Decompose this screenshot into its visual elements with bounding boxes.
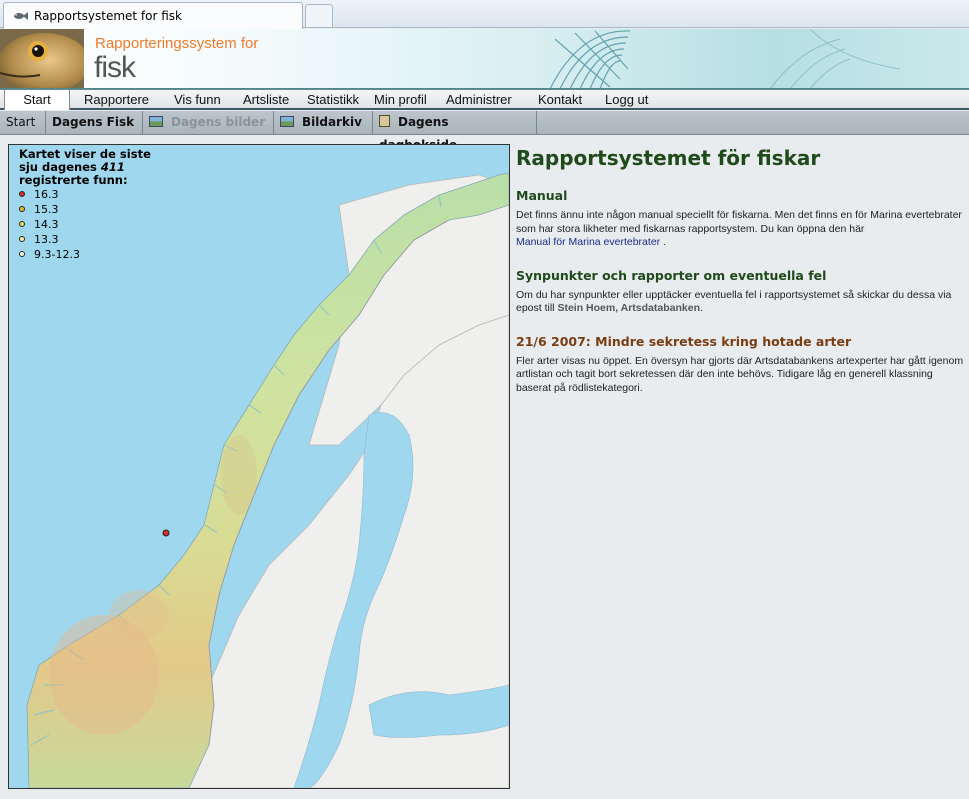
page-title: Rapportsystemet för fiskar [516,146,821,170]
manual-text: Det finns ännu inte någon manual speciel… [516,209,969,250]
legend-dot-icon [19,251,25,257]
nav-vis-funn[interactable]: Vis funn [174,90,221,110]
nav-start[interactable]: Start [4,90,70,110]
nav-rapportere[interactable]: Rapportere [84,90,149,110]
manual-link[interactable]: Manual för Marina evertebrater [516,236,660,248]
legend-item: 14.3 [19,217,169,232]
browser-tab-title: Rapportsystemet for fisk [34,9,183,23]
nav-administrer[interactable]: Administrer [446,90,512,110]
legend-dot-icon [19,221,25,227]
fin-decoration-image [549,29,901,88]
legend-title: Kartet viser de siste sju dagenes 411 re… [19,148,169,187]
browser-tabbar: Rapportsystemet for fisk [0,0,969,29]
diary-book-icon [379,115,390,127]
legend-item: 9.3-12.3 [19,247,169,262]
feedback-heading: Synpunkter och rapporter om eventuella f… [516,267,827,283]
legend-dot-icon [19,191,25,197]
subnav-dagens-bilder-label: Dagens bilder [171,115,266,129]
legend-dot-icon [19,206,25,212]
legend-item: 13.3 [19,232,169,247]
manual-heading: Manual [516,188,568,203]
nav-kontakt[interactable]: Kontakt [538,90,582,110]
legend-item-label: 9.3-12.3 [34,248,80,261]
legend-line-2-prefix: sju dagenes [19,160,101,174]
manual-text-body: Det finns ännu inte någon manual speciel… [516,209,962,235]
subnav-bildarkiv[interactable]: Bildarkiv [274,111,373,134]
subnav-dagens-fisk[interactable]: Dagens Fisk [46,111,143,134]
legend-item-label: 15.3 [34,203,59,216]
feedback-contact-link[interactable]: Stein Hoem, Artsdatabanken [557,302,700,314]
nav-min-profil[interactable]: Min profil [374,90,427,110]
subnav-dagens-bilder[interactable]: Dagens bilder [143,111,274,134]
legend-item: 16.3 [19,187,169,202]
sub-nav: Start Dagens Fisk Dagens bilder Bildarki… [0,111,969,152]
legend-item-label: 14.3 [34,218,59,231]
subnav-dagens-dagbokside[interactable]: Dagens dagbokside [373,111,537,152]
site-banner: Rapporteringssystem for fisk [0,29,969,89]
finding-marker[interactable] [162,529,170,537]
subnav-start-label: Start [6,115,36,129]
subnav-start[interactable]: Start [0,111,46,134]
legend-dot-icon [19,236,25,242]
site-subtitle: fisk [94,51,136,84]
new-tab-button[interactable] [305,4,333,27]
feedback-text: Om du har synpunkter eller upptäcker eve… [516,289,969,316]
main-nav: Start Rapportere Vis funn Artsliste Stat… [0,89,969,110]
nav-artsliste[interactable]: Artsliste [243,90,289,110]
site-title: Rapporteringssystem for [95,35,259,52]
legend-item-label: 16.3 [34,188,59,201]
news-heading: 21/6 2007: Mindre sekretess kring hotade… [516,333,852,349]
legend-item-label: 13.3 [34,233,59,246]
picture-icon [280,116,294,127]
findings-map[interactable]: Kartet viser de siste sju dagenes 411 re… [8,144,510,789]
manual-text-end: . [660,236,666,248]
main-content: Rapportsystemet för fiskar Manual Det fi… [516,144,969,395]
browser-tab[interactable]: Rapportsystemet for fisk [3,2,303,29]
subnav-dagens-fisk-label: Dagens Fisk [52,115,135,129]
nav-statistikk[interactable]: Statistikk [307,90,359,110]
nav-logg-ut[interactable]: Logg ut [605,90,648,110]
fish-favicon-icon [14,12,28,20]
fish-logo-icon [0,29,84,88]
picture-icon [149,116,163,127]
legend-line-3: registrerte funn: [19,173,128,187]
legend-count: 411 [100,160,125,174]
news-text: Fler arter visas nu öppet. En översyn ha… [516,354,964,394]
legend-item: 15.3 [19,202,169,217]
map-legend: Kartet viser de siste sju dagenes 411 re… [19,148,169,262]
subnav-bildarkiv-label: Bildarkiv [302,115,362,129]
feedback-text-end: . [700,302,703,314]
